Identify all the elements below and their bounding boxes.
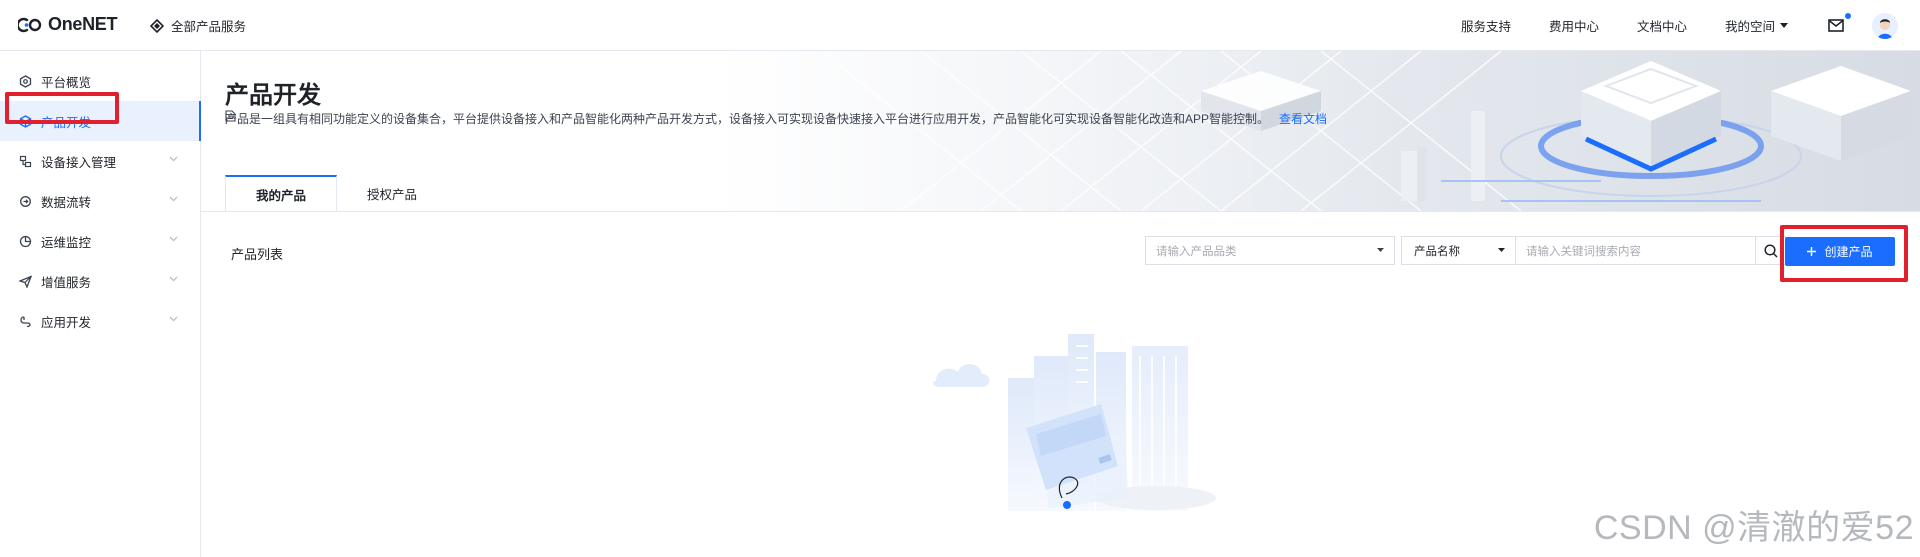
sidebar-item-label: 产品开发 [41, 115, 92, 130]
view-docs-label: 查看文档 [1279, 112, 1328, 126]
onenet-logo[interactable]: OneNET [18, 14, 118, 35]
caret-down-icon [1780, 23, 1788, 28]
csdn-watermark: CSDN @清澈的爱52 [1593, 509, 1914, 547]
search-input[interactable]: 请输入关键词搜索内容 [1516, 236, 1756, 265]
search-field-value: 产品名称 [1414, 245, 1460, 258]
page-description-text: 产品是一组具有相同功能定义的设备集合，平台提供设备接入和产品智能化两种产品开发方… [225, 112, 1270, 126]
device-icon [18, 154, 32, 168]
search-icon [1763, 243, 1778, 258]
sidebar-item-device-access[interactable]: 设备接入管理 [0, 141, 200, 181]
chevron-down-icon [169, 236, 178, 242]
product-list-title: 产品列表 [231, 247, 284, 262]
banner-illustration [820, 51, 1911, 211]
sidebar-item-ops-monitor[interactable]: 运维监控 [0, 221, 200, 261]
page-banner: 产品开发 产品是一组具有相同功能定义的设备集合，平台提供设备接入和产品智能化两种… [201, 51, 1920, 211]
top-bar: OneNET 全部产品服务 服务支持 费用中心 文档中心 我的空间 [0, 0, 1920, 51]
mail-icon [1828, 19, 1844, 32]
caret-down-icon [1377, 248, 1384, 252]
cube-icon [18, 114, 32, 128]
onenet-logo-icon [18, 17, 42, 32]
nav-docs-center[interactable]: 文档中心 [1637, 16, 1687, 35]
view-docs-link[interactable]: 查看文档 [225, 110, 1328, 127]
send-icon [18, 274, 32, 288]
search-button[interactable] [1756, 236, 1786, 265]
top-nav: 服务支持 费用中心 文档中心 我的空间 [1461, 0, 1920, 51]
sidebar-item-data-flow[interactable]: 数据流转 [0, 181, 200, 221]
monitor-icon [18, 234, 32, 248]
sidebar: 平台概览 产品开发 设备接入管理 数据流转 运维监控 增值服务 应用开发 [0, 51, 201, 557]
sidebar-item-label: 应用开发 [41, 315, 92, 330]
search-placeholder: 请输入关键词搜索内容 [1526, 245, 1641, 258]
my-space-label: 我的空间 [1724, 20, 1775, 34]
sidebar-item-value-added[interactable]: 增值服务 [0, 261, 200, 301]
search-field-select[interactable]: 产品名称 [1401, 236, 1516, 265]
tab-my-products[interactable]: 我的产品 [225, 175, 338, 211]
message-button[interactable] [1828, 12, 1851, 35]
logo-text: OneNET [48, 14, 118, 34]
chevron-down-icon [169, 196, 178, 202]
sidebar-item-label: 设备接入管理 [41, 155, 117, 170]
empty-state-illustration [932, 334, 1216, 511]
sidebar-item-label: 平台概览 [41, 75, 92, 90]
chevron-down-icon [169, 316, 178, 322]
category-placeholder: 请输入产品品类 [1156, 245, 1237, 258]
product-tabs: 我的产品 授权产品 [225, 175, 447, 211]
all-products-label: 全部产品服务 [171, 20, 247, 34]
app-dev-icon [18, 314, 32, 328]
all-products-menu[interactable]: 全部产品服务 [150, 16, 246, 35]
plus-icon [1807, 247, 1817, 256]
user-avatar[interactable] [1872, 12, 1898, 39]
nav-billing-center[interactable]: 费用中心 [1549, 16, 1599, 35]
nav-service-support[interactable]: 服务支持 [1461, 16, 1511, 35]
chevron-down-icon [169, 156, 178, 162]
overview-icon [18, 74, 32, 88]
tab-authorized-products[interactable]: 授权产品 [337, 175, 447, 211]
sidebar-item-app-dev[interactable]: 应用开发 [0, 301, 200, 341]
create-product-label: 创建产品 [1824, 245, 1873, 259]
tab-divider [201, 211, 1920, 212]
nav-my-space[interactable]: 我的空间 [1725, 16, 1788, 35]
sidebar-item-label: 数据流转 [41, 195, 92, 210]
sidebar-item-label: 增值服务 [41, 275, 92, 290]
page-description: 产品是一组具有相同功能定义的设备集合，平台提供设备接入和产品智能化两种产品开发方… [225, 110, 1327, 127]
diamond-icon [150, 18, 164, 33]
main-content: 产品开发 产品是一组具有相同功能定义的设备集合，平台提供设备接入和产品智能化两种… [201, 51, 1920, 557]
chevron-down-icon [169, 276, 178, 282]
create-product-button[interactable]: 创建产品 [1785, 237, 1895, 266]
sidebar-item-overview[interactable]: 平台概览 [0, 61, 200, 101]
sidebar-item-label: 运维监控 [41, 235, 92, 250]
avatar-icon [1872, 12, 1898, 39]
document-icon [225, 110, 236, 122]
category-select[interactable]: 请输入产品品类 [1145, 236, 1395, 265]
page-title: 产品开发 [225, 82, 321, 109]
sidebar-item-product-dev[interactable]: 产品开发 [0, 101, 201, 141]
caret-down-icon [1498, 248, 1505, 252]
notification-dot [1845, 12, 1851, 19]
dataflow-icon [18, 194, 32, 208]
